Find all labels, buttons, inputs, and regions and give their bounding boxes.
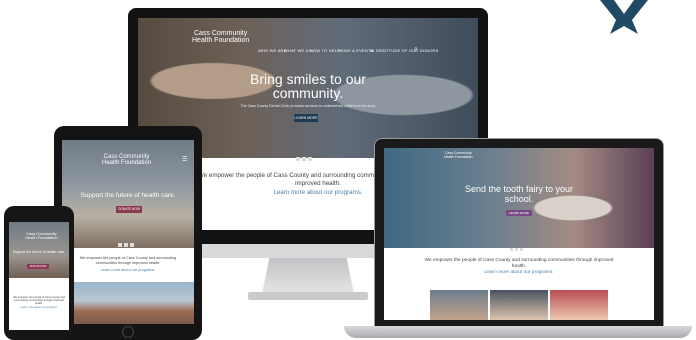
logo-line2: Health Foundation bbox=[25, 235, 58, 240]
phone-donate-button[interactable]: DONATE NOW bbox=[27, 264, 49, 269]
tablet-programs-link[interactable]: Learn more about our programs. bbox=[72, 268, 184, 272]
nav-what-we-do[interactable]: WHAT WE DO bbox=[284, 48, 312, 53]
desktop-logo[interactable]: Cass Community Health Foundation bbox=[192, 30, 249, 44]
hamburger-menu-icon[interactable]: ☰ bbox=[182, 156, 187, 163]
laptop-photo-2 bbox=[490, 290, 548, 320]
laptop-base bbox=[344, 326, 692, 338]
phone-logo[interactable]: Cass Community Health Foundation bbox=[25, 232, 58, 240]
phone-screen: Cass Community Health Foundation Support… bbox=[9, 222, 69, 330]
desktop-tagline-line2: improved health. bbox=[295, 180, 341, 187]
tablet-screen: Cass Community Health Foundation ☰ Suppo… bbox=[62, 140, 194, 324]
desktop-learn-more-button[interactable]: LEARN MORE bbox=[294, 114, 318, 122]
phone-programs-link[interactable]: Learn more about our programs. bbox=[12, 306, 66, 309]
phone-hero-title: Support the future of health care. bbox=[12, 250, 66, 254]
laptop-logo[interactable]: Cass Community Health Foundation bbox=[444, 151, 473, 159]
laptop-screen: Cass Community Health Foundation Send th… bbox=[384, 148, 654, 320]
logo-line1: Cass Community bbox=[193, 30, 248, 37]
phone-hero-image: Cass Community Health Foundation Support… bbox=[9, 222, 69, 278]
tablet-hero-image: Cass Community Health Foundation ☰ Suppo… bbox=[62, 140, 194, 248]
desktop-hero-subtitle: The Cass County Dental Clinic provides s… bbox=[240, 104, 376, 108]
tablet-tagline: We empower the people of Cass County and… bbox=[79, 256, 177, 265]
nav-news-events[interactable]: NEWS & EVENTS bbox=[338, 48, 374, 53]
desktop-nav: Cass Community Health Foundation WHO WE … bbox=[138, 18, 478, 53]
search-icon[interactable]: ⚲ bbox=[414, 47, 418, 53]
logo-line2: Health Foundation bbox=[444, 154, 473, 159]
laptop-photo-3 bbox=[550, 290, 608, 320]
tablet-donate-button[interactable]: DONATE NOW bbox=[116, 206, 142, 213]
tablet-logo[interactable]: Cass Community Health Foundation bbox=[102, 154, 151, 166]
laptop-learn-more-button[interactable]: LEARN MORE bbox=[506, 210, 532, 216]
tablet-home-button[interactable] bbox=[122, 326, 134, 338]
laptop-hero-image: Cass Community Health Foundation Send th… bbox=[384, 148, 654, 251]
desktop-hero-title: Bring smiles to our community. bbox=[250, 71, 366, 101]
nav-how-to-help[interactable]: HOW TO HELP bbox=[310, 48, 340, 53]
nav-who-we-are[interactable]: WHO WE ARE bbox=[258, 48, 286, 53]
tablet-hero-title: Support the future of health care. bbox=[80, 192, 176, 199]
phone-tagline: We empower the people of Cass County and… bbox=[13, 296, 65, 305]
desktop-monitor-foot bbox=[248, 292, 368, 300]
laptop-carousel-dots[interactable] bbox=[510, 238, 525, 256]
logo-line2: Health Foundation bbox=[102, 160, 152, 166]
laptop-tagline: We empower the people of Cass County and… bbox=[424, 258, 614, 269]
cursor-arrow-icon bbox=[600, 0, 648, 34]
tablet-building-photo bbox=[62, 282, 194, 324]
nav-gratitude[interactable]: IN GRATITUDE OF OUR DONORS bbox=[370, 48, 438, 53]
laptop-hero-title: Send the tooth fairy to your school. bbox=[464, 184, 574, 204]
desktop-monitor-stand bbox=[262, 258, 354, 294]
laptop-programs-link[interactable]: Learn more about our programs. bbox=[444, 270, 594, 275]
desktop-carousel-dots[interactable] bbox=[296, 148, 314, 166]
logo-line2: Health Foundation bbox=[192, 37, 250, 44]
tablet-carousel-dots[interactable] bbox=[118, 234, 136, 252]
laptop-photo-1 bbox=[430, 290, 488, 320]
